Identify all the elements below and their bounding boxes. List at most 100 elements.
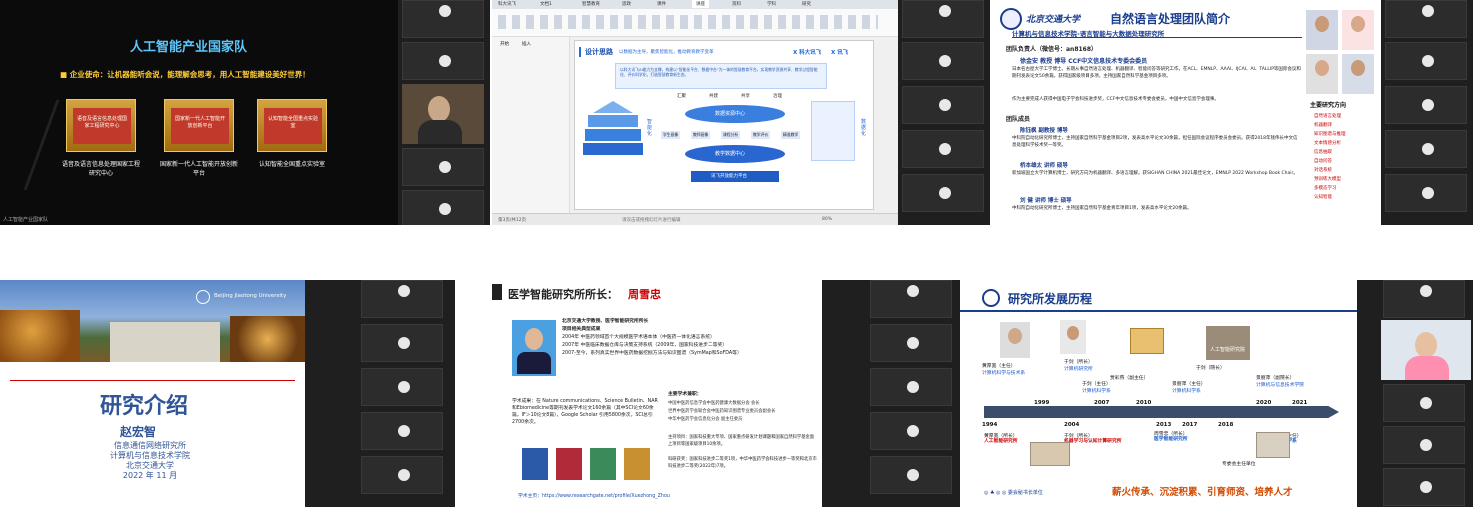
univ-logo-icon	[1000, 8, 1022, 30]
timeline-bottom-dept: 机器学习与认知计算研究所	[1064, 439, 1122, 444]
participant-tile[interactable]	[902, 174, 984, 212]
participant-tile[interactable]	[1385, 0, 1467, 38]
participant-tile[interactable]	[361, 280, 443, 318]
plaque-caption-3: 认知智能全国重点实验室	[258, 161, 325, 168]
participant-tile[interactable]	[870, 368, 952, 406]
timeline-top-dept: 计算机科学与技术系	[982, 371, 1026, 376]
participant-tile[interactable]	[361, 456, 443, 494]
plaque-3: 认知智能全国重点实验室	[257, 99, 327, 152]
timeline-year: 2020	[1256, 400, 1272, 406]
journal-covers	[522, 448, 662, 480]
photo-3	[1306, 54, 1338, 94]
photo-4	[1342, 54, 1374, 94]
participant-tile[interactable]	[870, 412, 952, 450]
posts-list: 中国中医药信息学会中医药健康大数据分会 会长 世界中医药学会联合会中医药知识图谱…	[668, 401, 776, 422]
speaker-name: 赵宏智	[120, 425, 157, 439]
participant-tile[interactable]	[402, 148, 484, 186]
toolbar-tab-start[interactable]: 开始	[500, 41, 509, 47]
tab-0[interactable]: 科大讯飞	[498, 1, 516, 7]
tab-3[interactable]: 思政	[622, 1, 631, 7]
participant-tile[interactable]	[1383, 280, 1465, 318]
avatar-icon	[439, 161, 451, 173]
participant-tile[interactable]	[870, 324, 952, 362]
slide-heading: 设计思路	[585, 48, 613, 56]
title-bar-mark	[492, 284, 502, 300]
footer-left: ◎ ♣ ◎ ◎ 委会秘书长单位	[984, 490, 1043, 496]
avatar-icon	[907, 469, 919, 481]
participant-tile[interactable]	[361, 412, 443, 450]
avatar-icon	[907, 381, 919, 393]
participant-tile[interactable]	[1385, 130, 1467, 168]
participant-tile[interactable]	[1385, 42, 1467, 80]
tab-5[interactable]: 讲座	[692, 0, 709, 8]
timeline-bottom-name: 周雪忠（所长）	[1154, 432, 1188, 437]
tab-4[interactable]: 课件	[657, 1, 666, 7]
avatar-icon	[398, 337, 410, 349]
speaker-info: 信息通信网络研究所 计算机与信息技术学院 北京交通大学 2022 年 11 月	[110, 441, 190, 480]
timeline-bar	[984, 406, 1339, 418]
participant-tile[interactable]	[870, 456, 952, 494]
avatar-icon	[939, 55, 951, 67]
avatar-icon	[439, 55, 451, 67]
edit-hint: 请双击或拖拽幻灯片进行编辑	[622, 218, 681, 223]
avatar-icon	[398, 285, 410, 297]
timeline-bottom-dept: 医学智能研究所	[1154, 437, 1188, 442]
participant-tile[interactable]	[902, 42, 984, 80]
participant-tile[interactable]	[1385, 174, 1467, 212]
tab-8[interactable]: 研究	[802, 1, 811, 7]
timeline-year: 2010	[1136, 400, 1152, 406]
tab-6[interactable]: 资料	[732, 1, 741, 7]
zoom-level[interactable]: 80%	[822, 217, 832, 222]
participant-video[interactable]	[402, 84, 484, 144]
slide-panel-3: 北京交通大学 自然语言处理团队简介 计算机与信息技术学院-语言智能与大数据处理研…	[992, 0, 1381, 225]
avatar-icon	[1422, 99, 1434, 111]
participant-tile[interactable]	[902, 130, 984, 168]
avatar-icon	[1422, 143, 1434, 155]
participant-tile[interactable]	[402, 190, 484, 225]
avatar-icon	[1420, 481, 1432, 493]
corner-label: 人工智能产业国家队	[3, 217, 49, 223]
photo-person-1	[1000, 322, 1030, 358]
photo-2	[1342, 10, 1374, 50]
participant-sidebar-4	[305, 280, 455, 507]
tab-7[interactable]: 学科	[767, 1, 776, 7]
timeline-bottom-name: 黄厚宽（所长）	[984, 434, 1018, 439]
director-photo	[512, 320, 556, 376]
timeline-top-dept: 计算机研究所	[1064, 367, 1093, 372]
slide-panel-2: 科大讯飞 文档1 智慧教育 思政 课件 讲座 资料 学科 研究 开始 插入 设计…	[492, 0, 898, 225]
timeline-top-name: 黄厚宽（主任）	[982, 364, 1016, 369]
avatar-icon	[398, 381, 410, 393]
participant-tile[interactable]	[1385, 86, 1467, 124]
participant-tile[interactable]	[402, 0, 484, 38]
avatar-icon	[1420, 439, 1432, 451]
member-2-name: 桥本雄太 讲师 硕导	[1020, 163, 1068, 169]
participant-tile[interactable]	[361, 324, 443, 362]
homepage-link[interactable]: 学术主页：https://www.researchgate.net/profil…	[518, 492, 670, 499]
tab-1[interactable]: 文档1	[540, 1, 552, 7]
slide-panel-6: 研究所发展历程 人工智能研究院 1994 1999 2004 2007 2010 2013…	[960, 280, 1357, 507]
leader-text-2: 作为主要完成人获得中国电子学会科技进步奖，CCF中文信息技术专委会委员，中国中文…	[1012, 97, 1219, 102]
participant-tile[interactable]	[1383, 468, 1465, 506]
participant-sidebar-5	[822, 280, 960, 507]
participant-tile[interactable]	[870, 280, 952, 318]
participant-tile[interactable]	[402, 42, 484, 80]
member-2-text: 新加坡国立大学计算机博士，研究方向为机器翻译、多语言理解。获SIGHAN CHI…	[1012, 171, 1298, 176]
participant-tile[interactable]	[902, 86, 984, 124]
photo-1	[1306, 10, 1338, 50]
participant-video[interactable]	[1381, 320, 1471, 380]
photo-person-2	[1060, 320, 1086, 354]
slide-mission: ■ 企业使命：让机器能听会说，能理解会思考，用人工智能建设美好世界！	[60, 70, 310, 79]
participant-tile[interactable]	[361, 368, 443, 406]
participant-tile[interactable]	[1383, 426, 1465, 464]
univ-name: 北京交通大学	[1026, 15, 1081, 25]
timeline-year: 2004	[1064, 422, 1080, 428]
research-list: 自然语言处理 机器翻译 知识图谱与推理 文本情感分析 信息抽取 自动问答 对话系…	[1314, 114, 1346, 200]
participant-tile[interactable]	[902, 0, 984, 38]
timeline-year: 1994	[982, 422, 998, 428]
member-3-name: 刘 健 讲师 博士 硕导	[1020, 198, 1072, 204]
timeline-year: 1999	[1034, 400, 1050, 406]
avatar-icon	[939, 99, 951, 111]
participant-tile[interactable]	[1383, 384, 1465, 422]
tab-2[interactable]: 智慧教育	[582, 1, 600, 7]
toolbar-tab-insert[interactable]: 插入	[522, 41, 531, 47]
